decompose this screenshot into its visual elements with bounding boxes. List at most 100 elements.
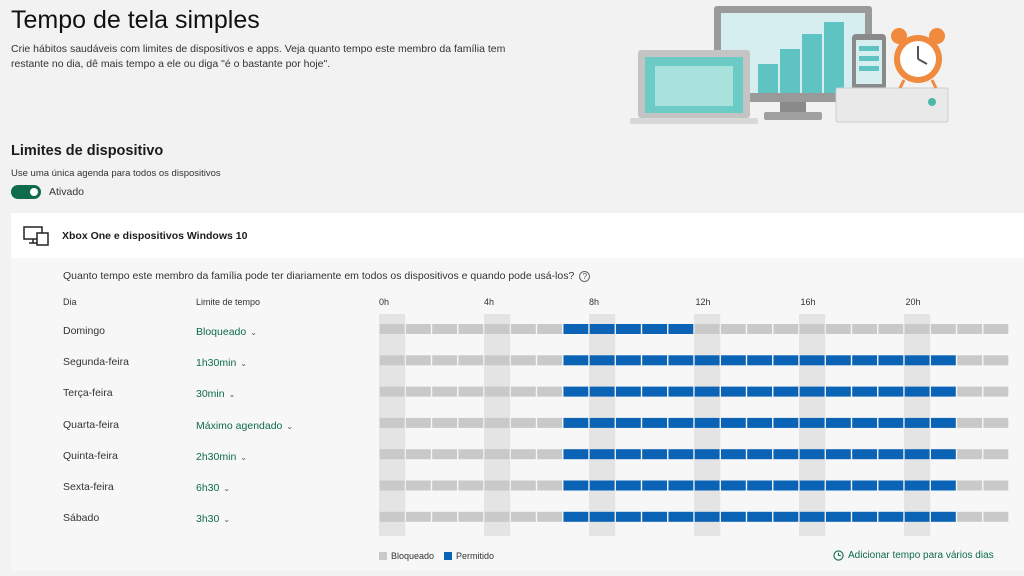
time-slot-allowed[interactable]: [589, 417, 615, 428]
time-slot-allowed[interactable]: [930, 449, 956, 460]
time-slot-allowed[interactable]: [668, 480, 694, 491]
time-slot-blocked[interactable]: [825, 324, 851, 334]
time-slot-allowed[interactable]: [694, 355, 720, 366]
time-slot-allowed[interactable]: [589, 386, 615, 397]
time-slot-blocked[interactable]: [537, 386, 563, 397]
time-slot-blocked[interactable]: [957, 511, 983, 522]
time-slot-blocked[interactable]: [799, 324, 825, 334]
time-slot-blocked[interactable]: [484, 355, 510, 366]
time-slot-allowed[interactable]: [720, 386, 746, 397]
time-slot-allowed[interactable]: [878, 417, 904, 428]
time-slot-allowed[interactable]: [773, 417, 799, 428]
time-slot-allowed[interactable]: [668, 355, 694, 366]
time-slot-allowed[interactable]: [825, 355, 851, 366]
time-limit-dropdown[interactable]: Bloqueado ⌄: [196, 326, 257, 338]
time-slot-allowed[interactable]: [694, 417, 720, 428]
time-slot-allowed[interactable]: [930, 480, 956, 491]
time-slot-blocked[interactable]: [510, 324, 536, 334]
time-slot-blocked[interactable]: [432, 449, 458, 460]
time-slot-allowed[interactable]: [563, 386, 589, 397]
time-slot-allowed[interactable]: [852, 480, 878, 491]
time-slot-allowed[interactable]: [878, 355, 904, 366]
time-slot-allowed[interactable]: [799, 480, 825, 491]
time-slot-allowed[interactable]: [615, 511, 641, 522]
time-slot-allowed[interactable]: [563, 511, 589, 522]
time-slot-blocked[interactable]: [379, 324, 405, 334]
time-slot-allowed[interactable]: [825, 417, 851, 428]
time-slot-blocked[interactable]: [957, 386, 983, 397]
time-slot-blocked[interactable]: [983, 417, 1009, 428]
time-slot-allowed[interactable]: [930, 386, 956, 397]
time-slot-allowed[interactable]: [852, 355, 878, 366]
time-slot-allowed[interactable]: [589, 449, 615, 460]
time-limit-dropdown[interactable]: 2h30min ⌄: [196, 451, 247, 463]
time-slot-blocked[interactable]: [379, 417, 405, 428]
time-slot-blocked[interactable]: [379, 511, 405, 522]
time-slot-allowed[interactable]: [694, 449, 720, 460]
time-slot-blocked[interactable]: [510, 449, 536, 460]
time-slot-blocked[interactable]: [458, 511, 484, 522]
time-slot-blocked[interactable]: [773, 324, 799, 334]
time-slot-allowed[interactable]: [668, 417, 694, 428]
time-slot-allowed[interactable]: [589, 355, 615, 366]
time-slot-blocked[interactable]: [983, 386, 1009, 397]
time-slot-blocked[interactable]: [405, 511, 431, 522]
time-slot-allowed[interactable]: [642, 417, 668, 428]
time-slot-blocked[interactable]: [957, 355, 983, 366]
time-slot-allowed[interactable]: [563, 324, 589, 334]
time-slot-allowed[interactable]: [694, 386, 720, 397]
time-slot-allowed[interactable]: [747, 449, 773, 460]
time-slot-allowed[interactable]: [642, 449, 668, 460]
time-slot-allowed[interactable]: [852, 511, 878, 522]
time-slot-blocked[interactable]: [983, 511, 1009, 522]
time-slot-allowed[interactable]: [799, 511, 825, 522]
time-slot-blocked[interactable]: [458, 355, 484, 366]
time-slot-blocked[interactable]: [484, 480, 510, 491]
time-slot-allowed[interactable]: [720, 511, 746, 522]
time-slot-blocked[interactable]: [432, 324, 458, 334]
time-slot-allowed[interactable]: [694, 511, 720, 522]
time-slot-allowed[interactable]: [904, 386, 930, 397]
time-slot-allowed[interactable]: [825, 386, 851, 397]
time-slot-allowed[interactable]: [852, 417, 878, 428]
time-slot-allowed[interactable]: [563, 417, 589, 428]
time-slot-blocked[interactable]: [510, 386, 536, 397]
time-slot-blocked[interactable]: [537, 324, 563, 334]
time-slot-allowed[interactable]: [563, 355, 589, 366]
time-slot-blocked[interactable]: [458, 324, 484, 334]
time-slot-blocked[interactable]: [694, 324, 720, 334]
time-slot-blocked[interactable]: [379, 355, 405, 366]
time-slot-blocked[interactable]: [930, 324, 956, 334]
schedule-timeline[interactable]: [379, 314, 1009, 536]
time-slot-allowed[interactable]: [773, 386, 799, 397]
time-slot-blocked[interactable]: [484, 511, 510, 522]
time-slot-blocked[interactable]: [432, 417, 458, 428]
time-slot-allowed[interactable]: [878, 386, 904, 397]
time-slot-blocked[interactable]: [878, 324, 904, 334]
time-slot-allowed[interactable]: [563, 480, 589, 491]
time-slot-allowed[interactable]: [825, 511, 851, 522]
time-slot-blocked[interactable]: [983, 324, 1009, 334]
time-limit-dropdown[interactable]: 3h30 ⌄: [196, 513, 230, 525]
time-slot-blocked[interactable]: [405, 417, 431, 428]
time-slot-blocked[interactable]: [405, 355, 431, 366]
time-slot-blocked[interactable]: [957, 324, 983, 334]
time-slot-blocked[interactable]: [983, 449, 1009, 460]
time-slot-allowed[interactable]: [852, 386, 878, 397]
time-slot-allowed[interactable]: [852, 449, 878, 460]
time-slot-allowed[interactable]: [589, 511, 615, 522]
time-slot-blocked[interactable]: [432, 386, 458, 397]
time-slot-blocked[interactable]: [458, 386, 484, 397]
time-slot-blocked[interactable]: [405, 324, 431, 334]
time-slot-allowed[interactable]: [773, 449, 799, 460]
time-slot-blocked[interactable]: [957, 449, 983, 460]
time-slot-blocked[interactable]: [458, 417, 484, 428]
time-slot-allowed[interactable]: [747, 386, 773, 397]
time-slot-allowed[interactable]: [668, 324, 694, 334]
time-slot-allowed[interactable]: [615, 480, 641, 491]
time-slot-allowed[interactable]: [668, 511, 694, 522]
time-slot-allowed[interactable]: [615, 417, 641, 428]
time-slot-blocked[interactable]: [458, 449, 484, 460]
time-slot-blocked[interactable]: [405, 449, 431, 460]
time-slot-blocked[interactable]: [484, 324, 510, 334]
